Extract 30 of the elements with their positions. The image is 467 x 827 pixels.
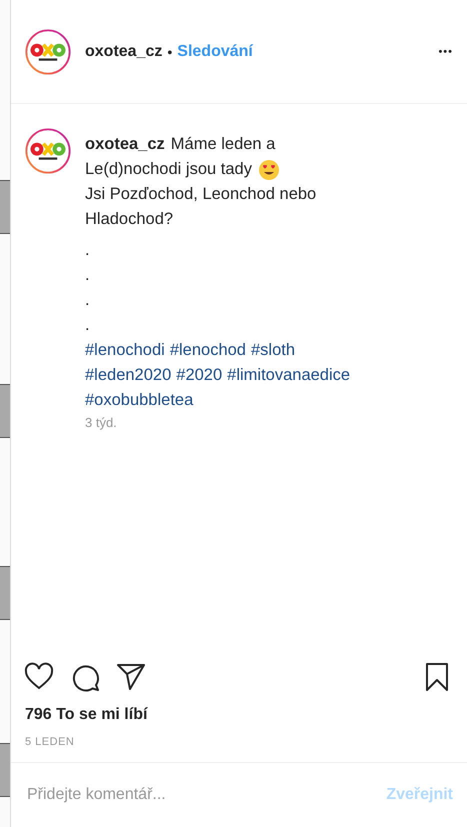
hashtag-link[interactable]: #leden2020 bbox=[85, 363, 172, 388]
hashtag-link[interactable]: #lenochod bbox=[170, 338, 246, 363]
separator-dot: • bbox=[167, 44, 172, 60]
caption-text: Máme leden a bbox=[170, 134, 276, 155]
backdrop-block bbox=[0, 384, 10, 438]
hashtag-link[interactable]: #limitovanaedice bbox=[227, 363, 350, 388]
backdrop-block bbox=[0, 743, 10, 797]
caption-text: Le(d)nochodi jsou tady bbox=[85, 159, 252, 180]
more-options-button[interactable]: ••• bbox=[438, 46, 453, 58]
post-date: 5 LEDEN bbox=[24, 735, 76, 750]
logo-avatar[interactable] bbox=[25, 128, 71, 174]
hashtag-link[interactable]: #lenochodi bbox=[85, 338, 165, 363]
likes-count[interactable]: 796 To se mi líbí bbox=[11, 700, 467, 728]
post-time: 3 týd. bbox=[85, 415, 117, 430]
backdrop-block bbox=[0, 180, 10, 234]
caption-text: Hladochod? bbox=[85, 209, 174, 230]
hashtag-link[interactable]: #oxobubbletea bbox=[85, 388, 194, 413]
backdrop-block bbox=[0, 566, 10, 620]
caption-dot: . bbox=[85, 240, 90, 261]
logo-avatar[interactable] bbox=[25, 28, 71, 74]
caption-dot: . bbox=[85, 265, 90, 286]
caption-dot: . bbox=[85, 315, 90, 336]
username[interactable]: oxotea_cz bbox=[85, 42, 162, 60]
hashtag-link[interactable]: #sloth bbox=[250, 338, 296, 363]
send-icon[interactable] bbox=[115, 661, 147, 693]
caption-text: Jsi Pozďochod, Leonchod nebo bbox=[85, 184, 316, 205]
caption-dot: . bbox=[85, 290, 90, 311]
hashtag-link[interactable]: #2020 bbox=[176, 363, 222, 388]
heart-eyes-emoji-icon bbox=[258, 158, 280, 180]
caption-username[interactable]: oxotea_cz bbox=[85, 132, 165, 157]
